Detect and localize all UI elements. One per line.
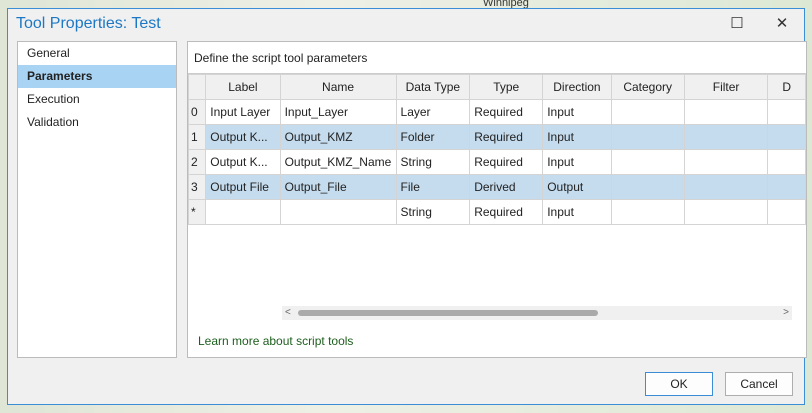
table-row[interactable]: 1 Output K... Output_KMZ Folder Required Inpu… [188,124,806,150]
table-cell[interactable]: Input [542,149,612,175]
table-cell[interactable] [683,174,769,200]
column-header[interactable]: D [767,74,806,100]
table-cell[interactable] [610,124,685,150]
table-cell[interactable]: Input [542,124,612,150]
table-cell[interactable]: Output_File [279,174,397,200]
learn-more-link[interactable]: Learn more about script tools [198,334,353,348]
table-cell[interactable] [205,199,281,225]
column-header[interactable]: Name [279,74,397,100]
table-cell[interactable]: Output_KMZ [279,124,397,150]
maximize-button[interactable]: ☐ [722,13,752,35]
ok-button[interactable]: OK [645,372,713,396]
table-cell[interactable] [767,124,806,150]
scrollbar-thumb[interactable] [298,310,598,316]
table-cell[interactable]: Required [469,149,544,175]
table-cell[interactable]: Layer [395,99,471,125]
panel-description: Define the script tool parameters [194,51,368,65]
row-number[interactable]: 2 [188,149,207,175]
table-cell[interactable]: Required [469,124,544,150]
column-header[interactable]: Filter [683,74,769,100]
tool-properties-dialog: Tool Properties: Test ☐ ✕ General Parame… [7,8,807,405]
table-cell[interactable] [767,99,806,125]
table-cell[interactable]: File [395,174,471,200]
column-header[interactable]: Label [205,74,281,100]
table-cell[interactable]: Output K... [205,124,281,150]
row-number[interactable]: 1 [188,124,207,150]
parameters-panel: Define the script tool parameters Label N… [187,41,807,358]
column-header[interactable]: Data Type [395,74,471,100]
row-number[interactable]: 0 [188,99,207,125]
table-cell[interactable] [610,149,685,175]
table-cell[interactable]: String [395,199,471,225]
table-cell[interactable]: Output_KMZ_Name [279,149,397,175]
column-header[interactable] [188,74,207,100]
table-cell[interactable] [279,199,397,225]
table-row[interactable]: * String Required Input [188,199,806,225]
parameters-grid: Label Name Data Type Type Direction Category F… [188,73,806,324]
table-cell[interactable] [610,174,685,200]
table-cell[interactable] [610,199,685,225]
dialog-title: Tool Properties: Test [16,15,161,32]
table-cell[interactable]: Required [469,99,544,125]
table-cell[interactable] [610,99,685,125]
scroll-left-icon[interactable]: < [285,306,291,320]
table-cell[interactable]: Input [542,99,612,125]
nav-item-parameters[interactable]: Parameters [18,65,176,88]
table-cell[interactable]: Input [542,199,612,225]
table-cell[interactable]: Required [469,199,544,225]
table-row[interactable]: 0 Input Layer Input_Layer Layer Required Inpu… [188,99,806,125]
sidebar-nav: General Parameters Execution Validation [17,41,177,358]
nav-item-validation[interactable]: Validation [18,111,176,134]
horizontal-scrollbar[interactable]: < > [282,306,792,320]
table-cell[interactable] [683,199,769,225]
column-header[interactable]: Type [469,74,544,100]
table-row[interactable]: 3 Output File Output_File File Derived Output [188,174,806,200]
table-cell[interactable] [767,199,806,225]
row-number[interactable]: * [188,199,207,225]
table-cell[interactable]: Derived [469,174,544,200]
column-header[interactable]: Category [610,74,685,100]
row-number[interactable]: 3 [188,174,207,200]
table-cell[interactable]: Input_Layer [279,99,397,125]
nav-item-general[interactable]: General [18,42,176,65]
table-cell[interactable]: Input Layer [205,99,281,125]
table-cell[interactable] [683,99,769,125]
close-button[interactable]: ✕ [767,13,797,35]
table-cell[interactable]: Output File [205,174,281,200]
scroll-right-icon[interactable]: > [783,306,789,320]
table-cell[interactable]: Output K... [205,149,281,175]
table-cell[interactable]: Folder [395,124,471,150]
table-cell[interactable] [767,174,806,200]
table-cell[interactable] [683,149,769,175]
table-row[interactable]: 2 Output K... Output_KMZ_Name String Require… [188,149,806,175]
column-header[interactable]: Direction [542,74,612,100]
table-cell[interactable]: String [395,149,471,175]
table-cell[interactable] [767,149,806,175]
nav-item-execution[interactable]: Execution [18,88,176,111]
table-cell[interactable]: Output [542,174,612,200]
cancel-button[interactable]: Cancel [725,372,793,396]
table-cell[interactable] [683,124,769,150]
